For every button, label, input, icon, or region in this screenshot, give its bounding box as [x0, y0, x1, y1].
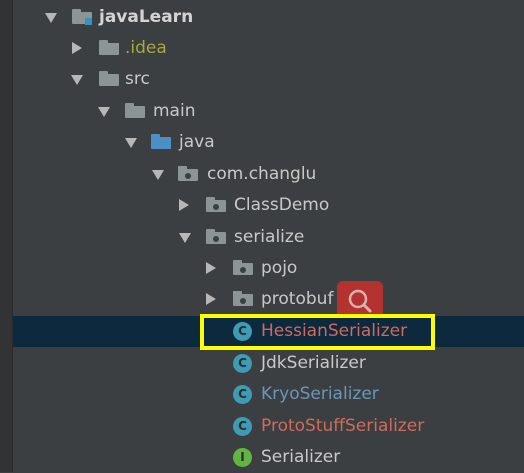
tree-node-jdkserializer[interactable]: C JdkSerializer	[13, 348, 524, 379]
gutter	[0, 0, 13, 472]
expand-arrow-icon[interactable]	[179, 233, 191, 243]
tree-node-main[interactable]: main	[13, 96, 524, 127]
tree-node-label: protobuf	[261, 289, 334, 309]
class-icon: C	[233, 417, 252, 436]
tree-node-label: serialize	[234, 227, 305, 247]
package-icon	[233, 260, 253, 275]
expand-arrow-icon[interactable]	[152, 170, 164, 180]
collapse-arrow-icon[interactable]	[206, 293, 216, 305]
tree-node-protostuffserializer[interactable]: C ProtoStuffSerializer	[13, 411, 524, 442]
folder-icon	[125, 103, 145, 118]
interface-icon: I	[233, 448, 252, 467]
tree-node-protobuf[interactable]: protobuf	[13, 284, 524, 315]
tree-node-pojo[interactable]: pojo	[13, 253, 524, 284]
tree-node-label: ClassDemo	[234, 195, 330, 215]
folder-icon	[99, 40, 119, 55]
tree-node-label: KryoSerializer	[261, 384, 379, 404]
collapse-arrow-icon[interactable]	[179, 199, 189, 211]
tree-node-classdemo[interactable]: ClassDemo	[13, 190, 524, 221]
tree-node-java[interactable]: java	[13, 127, 524, 158]
tree-node-label: JdkSerializer	[261, 353, 366, 373]
tree-node-label: .idea	[125, 38, 167, 58]
expand-arrow-icon[interactable]	[71, 75, 83, 85]
collapse-arrow-icon[interactable]	[206, 262, 216, 274]
tree-node-javalearn[interactable]: javaLearn	[13, 2, 524, 33]
module-folder-icon	[72, 9, 92, 25]
tree-node-label: Serializer	[261, 447, 341, 467]
tree-node-com-changlu[interactable]: com.changlu	[13, 159, 524, 190]
package-icon	[178, 166, 198, 181]
source-folder-icon	[151, 134, 171, 149]
tree-node-kryoserializer[interactable]: C KryoSerializer	[13, 379, 524, 410]
class-icon: C	[233, 354, 252, 373]
tree-node-serializer[interactable]: I Serializer	[13, 442, 524, 473]
tree-node-label: src	[125, 69, 150, 89]
highlight-box	[200, 314, 435, 350]
package-icon	[206, 229, 226, 244]
class-icon: C	[233, 385, 252, 404]
tree-node-label: pojo	[261, 258, 298, 278]
collapse-arrow-icon[interactable]	[72, 42, 82, 54]
tree-node-label: ProtoStuffSerializer	[261, 416, 425, 436]
tree-node-idea[interactable]: .idea	[13, 33, 524, 64]
tree-node-label: javaLearn	[99, 7, 194, 27]
expand-arrow-icon[interactable]	[125, 138, 137, 148]
tree-node-serialize[interactable]: serialize	[13, 222, 524, 253]
package-icon	[206, 197, 226, 212]
tree-node-label: main	[153, 101, 196, 121]
folder-icon	[99, 71, 119, 86]
expand-arrow-icon[interactable]	[98, 107, 110, 117]
expand-arrow-icon[interactable]	[45, 13, 57, 23]
tree-node-label: java	[179, 132, 215, 152]
tree-node-label: com.changlu	[207, 164, 317, 184]
package-icon	[233, 291, 253, 306]
tree-node-src[interactable]: src	[13, 64, 524, 95]
